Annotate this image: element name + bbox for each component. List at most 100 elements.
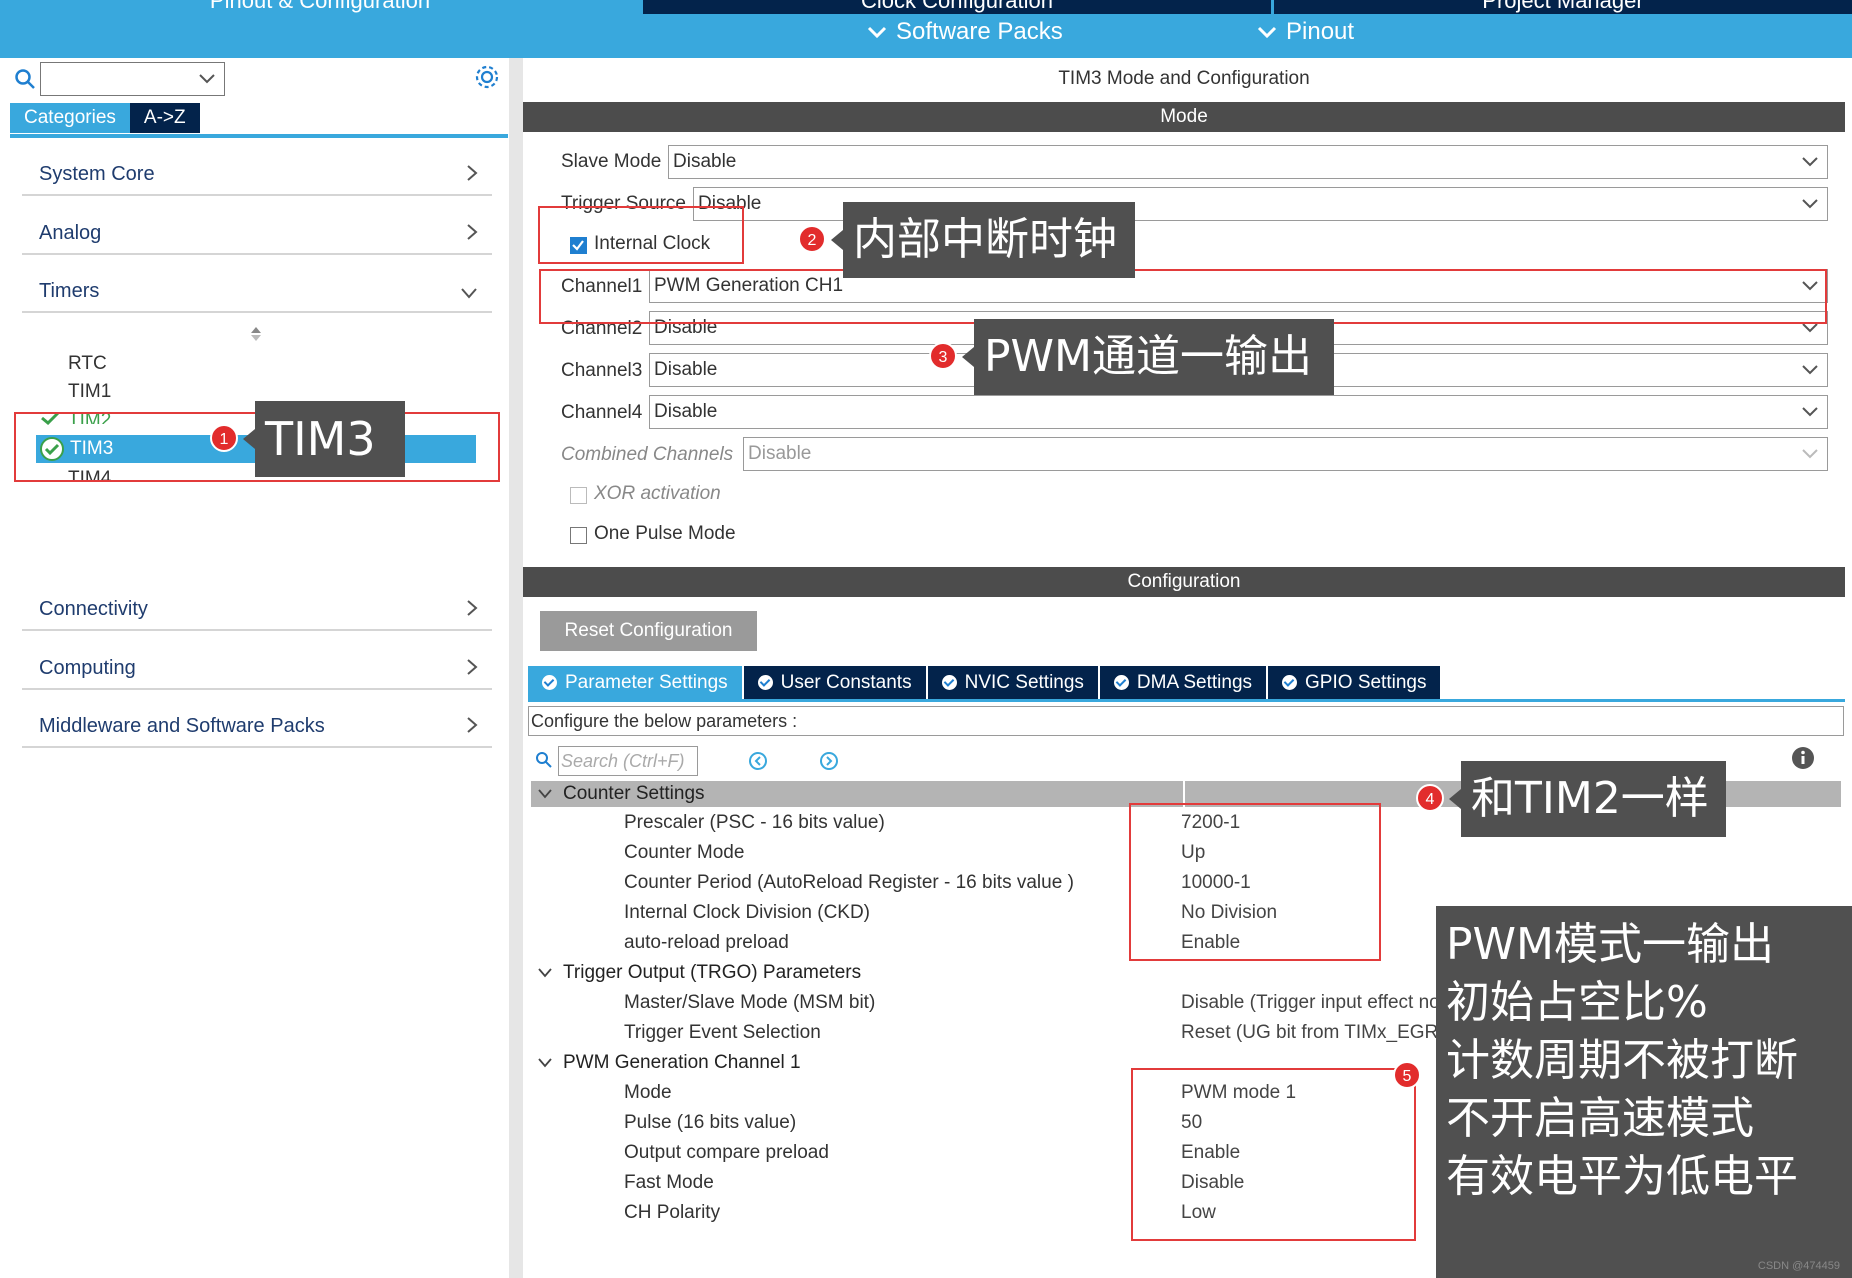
param-trigger-event-value[interactable]: Reset (UG bit from TIMx_EGR): [1181, 1022, 1445, 1044]
tab-label: Parameter Settings: [565, 672, 728, 693]
explanation-line: 初始占空比%: [1446, 977, 1708, 1028]
software-packs-menu[interactable]: Software Packs: [866, 18, 1063, 46]
panel-splitter[interactable]: [509, 58, 523, 1278]
annotation-number-3: 3: [929, 342, 957, 370]
chevron-down-icon: [1802, 407, 1818, 417]
tab-pinout-configuration[interactable]: Pinout & Configuration: [0, 0, 640, 14]
tab-clock-configuration[interactable]: Clock Configuration: [643, 0, 1271, 14]
chevron-down-icon: [1802, 365, 1818, 375]
explanation-line: 计数周期不被打断: [1446, 1035, 1798, 1086]
xor-label: XOR activation: [594, 483, 721, 504]
check-circle-icon: [542, 675, 557, 690]
chevron-right-icon: [467, 165, 478, 181]
mode-section-bar: Mode: [523, 102, 1845, 132]
check-circle-icon: [941, 675, 957, 690]
chevron-down-icon: [867, 26, 887, 39]
param-fast-mode[interactable]: Fast Mode: [624, 1172, 714, 1194]
explanation-line: 不开启高速模式: [1446, 1093, 1754, 1144]
category-connectivity[interactable]: Connectivity: [22, 587, 492, 631]
arrow-left-icon[interactable]: [748, 751, 768, 771]
param-trigger-event[interactable]: Trigger Event Selection: [624, 1022, 821, 1044]
category-timers[interactable]: Timers: [22, 269, 492, 313]
param-pwm-mode[interactable]: Mode: [624, 1082, 672, 1104]
pinout-label: Pinout: [1286, 18, 1355, 45]
one-pulse-checkbox[interactable]: [570, 527, 587, 544]
timer-rtc[interactable]: RTC: [68, 353, 107, 375]
parameter-tabs: Parameter Settings User Constants NVIC S…: [528, 666, 1441, 699]
category-label: System Core: [39, 163, 155, 185]
category-tabs: Categories A->Z: [10, 103, 200, 133]
channel4-label: Channel4: [561, 402, 643, 423]
annotation-callout-tim3: TIM3: [243, 401, 405, 477]
param-counter-mode[interactable]: Counter Mode: [624, 842, 744, 864]
tab-a-z[interactable]: A->Z: [129, 103, 200, 133]
chevron-right-icon: [467, 224, 478, 240]
chevron-down-icon: [538, 1058, 552, 1068]
chevron-down-icon: [1802, 157, 1818, 167]
chevron-down-icon: [538, 968, 552, 978]
highlight-internal-clock: [538, 206, 744, 264]
category-computing[interactable]: Computing: [22, 646, 492, 690]
tab-parameter-settings[interactable]: Parameter Settings: [528, 666, 742, 699]
explanation-line: 有效电平为低电平: [1446, 1151, 1798, 1202]
annotation-number-4: 4: [1416, 784, 1444, 812]
sort-icon[interactable]: [250, 326, 262, 342]
software-packs-label: Software Packs: [896, 18, 1063, 45]
categories-panel: Categories A->Z System Core Analog Timer…: [0, 58, 509, 1278]
tab-label: NVIC Settings: [964, 672, 1084, 693]
tab-categories[interactable]: Categories: [10, 103, 130, 133]
annotation-callout-same-as-tim2: 和TIM2一样: [1449, 761, 1726, 837]
chevron-down-icon: [1257, 26, 1277, 39]
slave-mode-select[interactable]: Disable: [668, 145, 1828, 179]
gear-icon[interactable]: [474, 64, 500, 90]
category-label: Timers: [39, 280, 100, 302]
top-bar: Pinout & Configuration Clock Configurati…: [0, 0, 1852, 58]
arrow-right-icon[interactable]: [819, 751, 839, 771]
annotation-callout-pwm-channel: PWM通道一输出: [962, 319, 1334, 395]
combined-channels-select[interactable]: Disable: [743, 437, 1828, 471]
timer-tim1[interactable]: TIM1: [68, 381, 111, 403]
annotation-number-5: 5: [1393, 1061, 1421, 1089]
check-circle-icon: [1113, 675, 1129, 690]
param-oc-preload[interactable]: Output compare preload: [624, 1142, 829, 1164]
highlight-pwm-values: [1131, 1068, 1416, 1241]
tab-user-constants[interactable]: User Constants: [743, 666, 926, 699]
combined-channels-value: Disable: [748, 443, 812, 464]
category-label: Analog: [39, 222, 102, 244]
param-ch-polarity[interactable]: CH Polarity: [624, 1202, 720, 1224]
param-auto-reload-preload[interactable]: auto-reload preload: [624, 932, 789, 954]
tab-dma-settings[interactable]: DMA Settings: [1099, 666, 1267, 699]
info-icon[interactable]: [1791, 746, 1815, 770]
tab-project-manager[interactable]: Project Manager: [1274, 0, 1852, 14]
group-label: Trigger Output (TRGO) Parameters: [563, 962, 862, 983]
xor-checkbox[interactable]: [570, 487, 587, 504]
annotation-number-1: 1: [210, 424, 238, 452]
channel3-value: Disable: [654, 359, 718, 380]
channel4-select[interactable]: Disable: [649, 395, 1828, 429]
param-counter-period[interactable]: Counter Period (AutoReload Register - 16…: [624, 872, 1074, 894]
search-icon[interactable]: [14, 68, 36, 90]
parameter-search-input[interactable]: Search (Ctrl+F): [558, 746, 698, 776]
chevron-down-icon: [461, 288, 477, 299]
category-label: Middleware and Software Packs: [39, 715, 325, 737]
chevron-right-icon: [467, 717, 478, 733]
pinout-menu[interactable]: Pinout: [1256, 18, 1354, 46]
channel4-value: Disable: [654, 401, 718, 422]
search-combo[interactable]: [40, 62, 225, 96]
annotation-pwm-explanation: PWM模式一输出 初始占空比% 计数周期不被打断 不开启高速模式 有效电平为低电…: [1436, 906, 1852, 1278]
chevron-right-icon: [467, 659, 478, 675]
category-middleware[interactable]: Middleware and Software Packs: [22, 704, 492, 748]
tab-nvic-settings[interactable]: NVIC Settings: [927, 666, 1098, 699]
search-icon: [536, 752, 552, 768]
group-label: Counter Settings: [563, 783, 705, 804]
channel3-label: Channel3: [561, 360, 643, 381]
param-master-slave-mode[interactable]: Master/Slave Mode (MSM bit): [624, 992, 875, 1014]
panel-title: TIM3 Mode and Configuration: [1058, 68, 1310, 89]
param-clock-division[interactable]: Internal Clock Division (CKD): [624, 902, 870, 924]
tab-gpio-settings[interactable]: GPIO Settings: [1268, 666, 1441, 699]
param-prescaler[interactable]: Prescaler (PSC - 16 bits value): [624, 812, 885, 834]
category-system-core[interactable]: System Core: [22, 152, 492, 196]
param-pulse[interactable]: Pulse (16 bits value): [624, 1112, 796, 1134]
reset-configuration-button[interactable]: Reset Configuration: [540, 611, 757, 651]
category-analog[interactable]: Analog: [22, 211, 492, 255]
